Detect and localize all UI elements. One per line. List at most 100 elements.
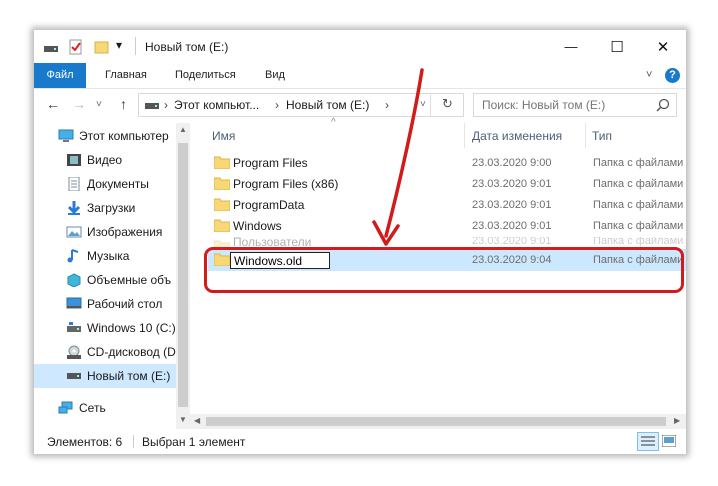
divider — [430, 94, 431, 116]
file-type: Папка с файлами — [593, 157, 684, 169]
search-input[interactable] — [480, 97, 654, 113]
file-type: Папка с файлами — [593, 199, 684, 211]
nav-item-network[interactable]: Сеть — [34, 396, 176, 420]
address-bar[interactable]: › Этот компьют... › Новый том (E:) › ˅ ↻ — [138, 93, 464, 117]
file-row[interactable]: Program Files 23.03.2020 9:00 Папка с фа… — [208, 153, 686, 174]
help-icon[interactable]: ? — [665, 68, 680, 83]
scroll-right-icon[interactable]: ▶ — [674, 416, 680, 425]
status-bar: Элементов: 6 Выбран 1 элемент — [34, 429, 686, 454]
tab-view[interactable]: Вид — [265, 63, 285, 88]
nav-item-video[interactable]: Видео — [34, 148, 176, 172]
file-name: ProgramData — [233, 198, 305, 212]
folder-icon — [214, 156, 230, 169]
nav-item-label: Видео — [87, 153, 123, 167]
back-icon[interactable]: ← — [46, 96, 60, 112]
nav-item-label: Рабочий стол — [87, 297, 163, 311]
search-box[interactable] — [473, 93, 677, 117]
divider — [464, 123, 465, 148]
up-icon[interactable]: ↑ — [120, 96, 127, 112]
breadcrumb-this-pc[interactable]: Этот компьют... — [174, 98, 259, 112]
properties-icon[interactable] — [68, 39, 84, 55]
tab-home[interactable]: Главная — [105, 63, 147, 88]
divider — [585, 123, 586, 148]
navigation-pane: Этот компьютер Видео Документы Загрузки … — [34, 123, 176, 429]
drive-icon — [44, 46, 58, 52]
nav-item-drive-c[interactable]: Windows 10 (C:) — [34, 316, 176, 340]
scroll-up-icon[interactable]: ▲ — [179, 125, 187, 134]
folder-icon — [214, 177, 230, 190]
new-folder-icon[interactable] — [94, 39, 110, 55]
large-icons-view-icon[interactable] — [662, 435, 676, 447]
column-header-date[interactable]: Дата изменения — [472, 129, 562, 143]
minimize-button[interactable]: — — [548, 30, 594, 63]
file-date: 23.03.2020 9:01 — [472, 237, 552, 247]
column-header-type[interactable]: Тип — [592, 129, 612, 143]
drive-icon — [145, 103, 159, 109]
nav-item-desktop[interactable]: Рабочий стол — [34, 292, 176, 316]
maximize-button[interactable]: ☐ — [594, 30, 640, 63]
file-date: 23.03.2020 9:01 — [472, 199, 552, 211]
details-view-icon — [641, 436, 655, 446]
file-row[interactable]: Program Files (x86) 23.03.2020 9:01 Папк… — [208, 174, 686, 195]
recent-locations-icon[interactable]: ˅ — [96, 99, 102, 110]
highlight-frame — [204, 247, 684, 293]
file-name: Windows — [233, 219, 282, 233]
nav-item-label: Сеть — [79, 401, 106, 415]
nav-item-this-pc[interactable]: Этот компьютер — [34, 124, 176, 148]
horizontal-scrollbar[interactable]: ◀ ▶ — [190, 414, 686, 429]
refresh-icon[interactable]: ↻ — [442, 96, 453, 112]
close-button[interactable]: ✕ — [640, 30, 686, 63]
sort-indicator-icon: ^ — [331, 117, 336, 128]
nav-item-music[interactable]: Музыка — [34, 244, 176, 268]
scroll-down-icon[interactable]: ▼ — [179, 415, 187, 424]
cd-drive-icon — [67, 345, 81, 359]
nav-item-downloads[interactable]: Загрузки — [34, 196, 176, 220]
nav-item-3d-objects[interactable]: Объемные объ — [34, 268, 176, 292]
file-row[interactable]: Windows 23.03.2020 9:01 Папка с файлами — [208, 216, 686, 237]
scrollbar-thumb[interactable] — [178, 143, 188, 407]
search-icon[interactable] — [656, 98, 670, 112]
nav-item-drive-e[interactable]: Новый том (E:) — [34, 364, 176, 388]
ribbon-tabs: Файл Главная Поделиться Вид ˅ ? — [34, 63, 686, 89]
file-row[interactable]: ProgramData 23.03.2020 9:01 Папка с файл… — [208, 195, 686, 216]
computer-icon — [58, 129, 74, 142]
file-name: Program Files — [233, 156, 308, 170]
3d-objects-icon — [67, 273, 81, 287]
breadcrumb-separator: › — [275, 98, 279, 112]
file-type: Папка с файлами — [593, 220, 684, 232]
nav-item-label: Этот компьютер — [79, 129, 169, 143]
file-name: Program Files (x86) — [233, 177, 339, 191]
nav-item-label: Объемные объ — [87, 273, 172, 287]
ribbon-expand-icon[interactable]: ˅ — [646, 63, 652, 88]
nav-item-label: Изображения — [87, 225, 163, 239]
details-view-button[interactable] — [637, 432, 659, 451]
music-icon — [67, 249, 79, 263]
nav-item-cd-drive[interactable]: CD-дисковод (D — [34, 340, 176, 364]
breadcrumb-current[interactable]: Новый том (E:) — [286, 98, 369, 112]
breadcrumb-separator: › — [385, 98, 389, 112]
address-dropdown-icon[interactable]: ˅ — [420, 99, 426, 110]
nav-scrollbar[interactable]: ▲ ▼ — [176, 123, 190, 429]
item-count: Элементов: 6 — [47, 435, 123, 449]
tab-share[interactable]: Поделиться — [175, 63, 236, 88]
pictures-icon — [66, 226, 82, 238]
tab-file[interactable]: Файл — [34, 63, 86, 88]
folder-icon — [214, 198, 230, 211]
forward-icon[interactable]: → — [72, 96, 86, 112]
desktop-icon — [66, 297, 82, 309]
file-date: 23.03.2020 9:01 — [472, 178, 552, 190]
nav-item-label: Новый том (E:) — [87, 369, 171, 383]
column-header-name[interactable]: Имя — [212, 129, 235, 143]
downloads-icon — [67, 201, 81, 215]
nav-item-documents[interactable]: Документы — [34, 172, 176, 196]
scrollbar-thumb[interactable] — [206, 417, 666, 426]
nav-item-pictures[interactable]: Изображения — [34, 220, 176, 244]
quick-access-dropdown-icon[interactable]: ▾ — [116, 38, 122, 52]
nav-item-label: Документы — [87, 177, 149, 191]
file-type: Папка с файлами — [593, 237, 684, 247]
file-date: 23.03.2020 9:01 — [472, 220, 552, 232]
selection-count: Выбран 1 элемент — [142, 435, 246, 449]
nav-item-label: Музыка — [87, 249, 130, 263]
scroll-left-icon[interactable]: ◀ — [194, 416, 200, 425]
drive-icon — [67, 322, 81, 332]
